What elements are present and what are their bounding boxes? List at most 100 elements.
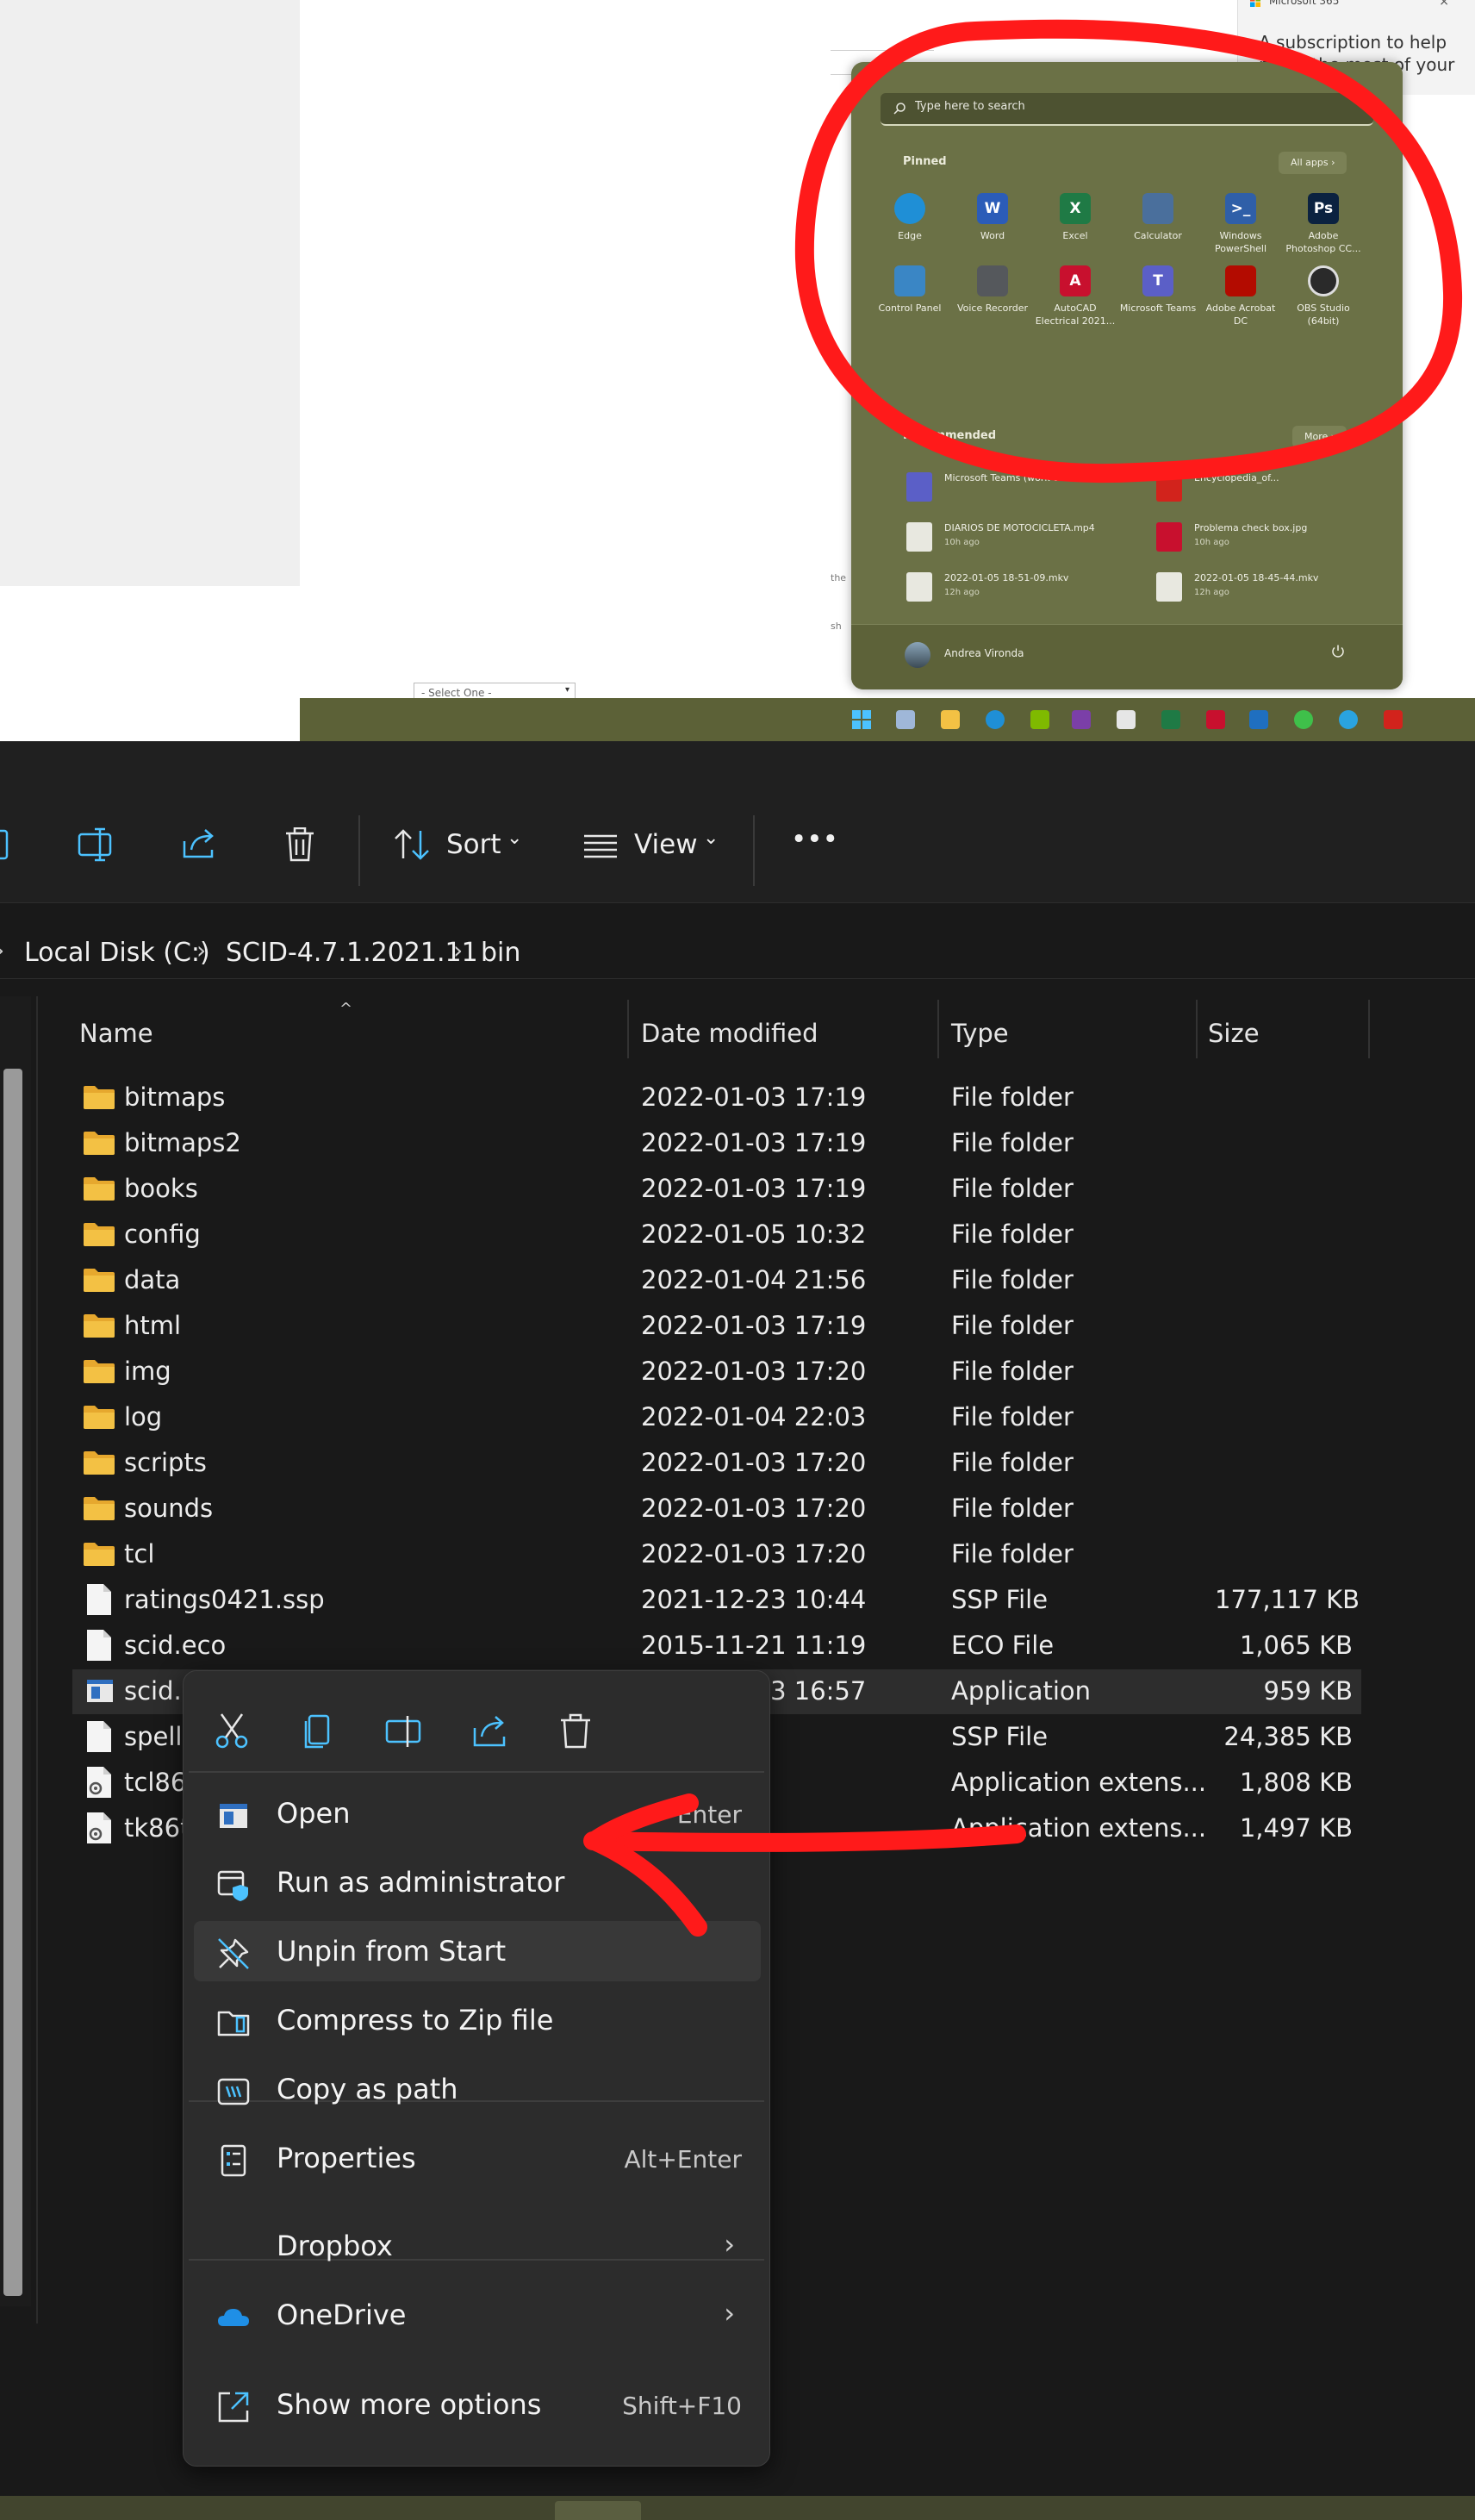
menu-item-onedrive[interactable]: OneDrive › — [194, 2285, 761, 2345]
menu-item-show-more-options[interactable]: Show more options Shift+F10 — [194, 2374, 761, 2435]
table-row[interactable]: books 2022-01-03 17:19 File folder — [72, 1167, 1361, 1212]
excel-icon[interactable] — [1161, 710, 1180, 729]
column-header-date[interactable]: Date modified — [641, 1019, 818, 1048]
scrollbar[interactable] — [3, 1069, 22, 2296]
menu-item-dropbox[interactable]: Dropbox › — [194, 2216, 761, 2276]
pane-divider[interactable] — [36, 996, 38, 2324]
acrobat-icon[interactable] — [1384, 710, 1403, 729]
more-button[interactable]: More › — [1292, 426, 1347, 448]
menu-item-properties[interactable]: Properties Alt+Enter — [194, 2128, 761, 2188]
pinned-app-autocad[interactable]: A AutoCAD Electrical 2021... — [1034, 265, 1117, 327]
recommended-item[interactable]: DIARIOS DE MOTOCICLETA.mp4 10h ago — [906, 521, 1148, 558]
pinned-app-label: Adobe Acrobat DC — [1205, 303, 1276, 327]
chevron-down-icon[interactable]: ⌄ — [507, 827, 522, 849]
user-name[interactable]: Andrea Vironda — [944, 647, 1024, 659]
column-separator[interactable] — [937, 1000, 939, 1058]
all-apps-button[interactable]: All apps › — [1279, 152, 1347, 174]
menu-item-open[interactable]: Open Enter — [194, 1783, 761, 1843]
pinned-app-obs[interactable]: OBS Studio (64bit) — [1282, 265, 1365, 327]
pinned-app-voice-recorder[interactable]: Voice Recorder — [951, 265, 1034, 315]
sort-icon[interactable] — [393, 827, 431, 862]
copy-icon[interactable] — [292, 1706, 344, 1757]
pinned-app-control-panel[interactable]: Control Panel — [868, 265, 951, 315]
start-search-box[interactable] — [881, 93, 1373, 126]
cut-icon[interactable] — [206, 1706, 258, 1757]
breadcrumb-item[interactable]: bin — [481, 938, 520, 968]
delete-icon[interactable] — [551, 1706, 602, 1757]
close-icon[interactable]: × — [1439, 0, 1449, 9]
recommended-item[interactable]: Encyclopedia_of... — [1156, 471, 1397, 508]
table-row[interactable]: ratings0421.ssp 2021-12-23 10:44 SSP File 1… — [72, 1578, 1361, 1623]
pinned-app-powershell[interactable]: >_ Windows PowerShell — [1199, 193, 1282, 255]
menu-item-unpin-from-start[interactable]: Unpin from Start — [194, 1921, 761, 1981]
table-row[interactable]: scid.eco 2015-11-21 11:19 ECO File 1,065 KB — [72, 1624, 1361, 1669]
autocad-icon[interactable] — [1206, 710, 1225, 729]
table-row[interactable]: bitmaps2 2022-01-03 17:19 File folder — [72, 1121, 1361, 1166]
notepad-icon[interactable] — [1030, 710, 1049, 729]
menu-item-label: Run as administrator — [277, 1866, 565, 1899]
menu-item-copy-as-path[interactable]: Copy as path — [194, 2059, 761, 2119]
breadcrumb-item[interactable]: SCID-4.7.1.2021.11 — [226, 938, 478, 968]
column-header-size[interactable]: Size — [1208, 1019, 1260, 1048]
pinned-app-calculator[interactable]: Calculator — [1117, 193, 1199, 242]
avatar[interactable] — [905, 642, 930, 668]
recommended-item[interactable]: Problema check box.jpg 10h ago — [1156, 521, 1397, 558]
table-row[interactable]: scripts 2022-01-03 17:20 File folder — [72, 1441, 1361, 1486]
taskbar-button[interactable] — [555, 2501, 641, 2520]
pinned-app-teams[interactable]: T Microsoft Teams — [1117, 265, 1199, 315]
recommended-item[interactable]: Microsoft Teams (work or school) — [906, 471, 1148, 508]
pinned-app-acrobat[interactable]: Adobe Acrobat DC — [1199, 265, 1282, 327]
table-row[interactable]: config 2022-01-05 10:32 File folder — [72, 1213, 1361, 1257]
wechat-icon[interactable] — [1294, 710, 1313, 729]
share-icon[interactable] — [181, 827, 217, 862]
onenote-icon[interactable] — [1072, 710, 1091, 729]
recommended-item[interactable]: 2022-01-05 18-45-44.mkv 12h ago — [1156, 571, 1397, 608]
delete-icon[interactable] — [284, 827, 315, 862]
edge-icon[interactable] — [986, 710, 1005, 729]
rename-icon[interactable] — [78, 827, 115, 862]
view-icon[interactable] — [582, 827, 619, 862]
column-header-name[interactable]: Name — [79, 1019, 153, 1048]
address-bar[interactable] — [0, 905, 1475, 979]
windows-start-icon[interactable] — [851, 709, 871, 729]
recommended-item[interactable]: 2022-01-05 18-51-09.mkv 12h ago — [906, 571, 1148, 608]
pinned-app-photoshop[interactable]: Ps Adobe Photoshop CC... — [1282, 193, 1365, 255]
column-header-type[interactable]: Type — [951, 1019, 1009, 1048]
cell-name: bitmaps — [124, 1082, 226, 1112]
outlook-icon[interactable] — [1249, 710, 1268, 729]
table-row[interactable]: html 2022-01-03 17:19 File folder — [72, 1304, 1361, 1349]
table-row[interactable]: img 2022-01-03 17:20 File folder — [72, 1350, 1361, 1394]
powershell-icon: >_ — [1225, 193, 1256, 224]
rename-icon[interactable] — [378, 1706, 430, 1757]
column-separator[interactable] — [1368, 1000, 1370, 1058]
table-row[interactable]: bitmaps 2022-01-03 17:19 File folder — [72, 1076, 1361, 1120]
cell-type: SSP File — [951, 1722, 1049, 1751]
pinned-app-excel[interactable]: X Excel — [1034, 193, 1117, 242]
menu-item-compress-to-zip-file[interactable]: Compress to Zip file — [194, 1990, 761, 2050]
more-options-button[interactable]: ••• — [791, 824, 838, 855]
start-search-input[interactable] — [915, 100, 1346, 113]
breadcrumb-item[interactable]: Local Disk (C:) — [24, 938, 210, 968]
cell-type: File folder — [951, 1539, 1074, 1569]
column-separator[interactable] — [627, 1000, 629, 1058]
voice-recorder-icon — [977, 265, 1008, 296]
table-row[interactable]: data 2022-01-04 21:56 File folder — [72, 1258, 1361, 1303]
clapper-icon[interactable] — [1117, 710, 1136, 729]
table-row[interactable]: log 2022-01-04 22:03 File folder — [72, 1395, 1361, 1440]
share-icon[interactable] — [464, 1706, 516, 1757]
paste-icon[interactable] — [0, 827, 12, 862]
file-explorer-icon[interactable] — [941, 710, 960, 729]
chevron-down-icon[interactable]: ⌄ — [703, 827, 719, 849]
power-icon[interactable] — [1330, 644, 1346, 659]
pinned-app-word[interactable]: W Word — [951, 193, 1034, 242]
table-row[interactable]: tcl 2022-01-03 17:20 File folder — [72, 1532, 1361, 1577]
sort-button[interactable]: Sort — [446, 829, 501, 860]
view-button[interactable]: View — [634, 829, 698, 860]
column-separator[interactable] — [1196, 1000, 1198, 1058]
table-row[interactable]: sounds 2022-01-03 17:20 File folder — [72, 1487, 1361, 1531]
widgets-icon[interactable] — [896, 710, 915, 729]
telegram-icon[interactable] — [1339, 710, 1358, 729]
menu-item-run-as-administrator[interactable]: Run as administrator — [194, 1852, 761, 1912]
folder-icon — [83, 1495, 115, 1521]
pinned-app-edge[interactable]: Edge — [868, 193, 951, 242]
